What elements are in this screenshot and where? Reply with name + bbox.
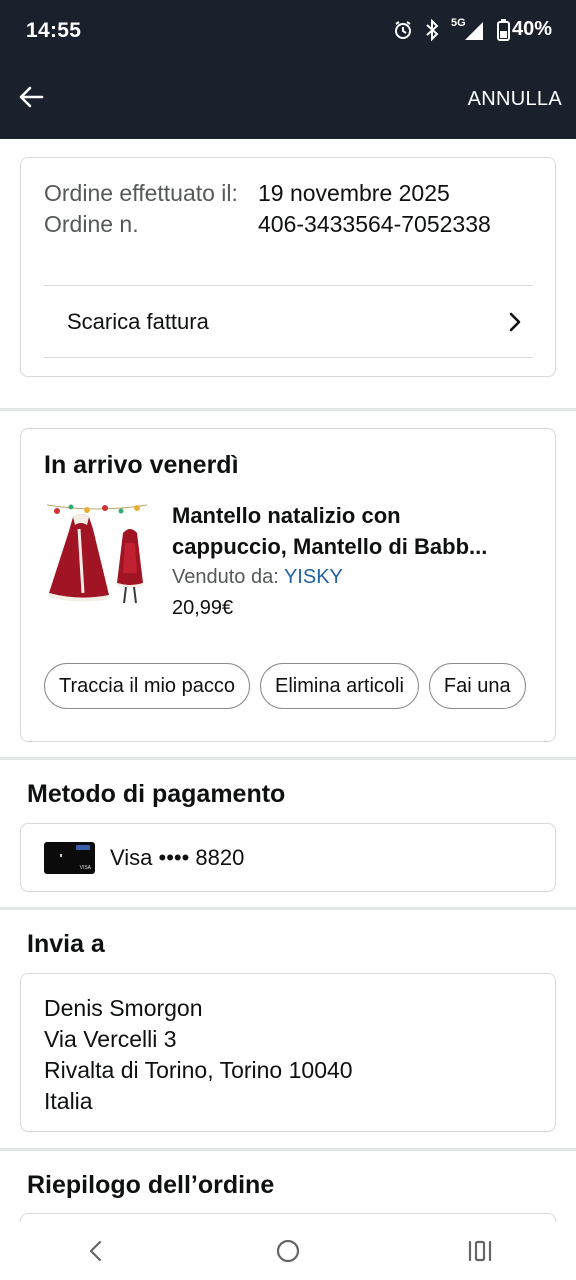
product-title-line1: Mantello natalizio con: [172, 503, 401, 528]
shipment-card: In arrivo venerdì Mantello natalizio con…: [20, 428, 556, 742]
nav-back-button[interactable]: [66, 1226, 126, 1276]
download-invoice-row[interactable]: Scarica fattura: [44, 285, 533, 358]
order-number-value: 406-3433564-7052338: [258, 211, 491, 237]
back-nav-icon: [89, 1240, 102, 1262]
delete-items-button[interactable]: Elimina articoli: [259, 663, 419, 709]
arrow-left-icon: [19, 86, 44, 108]
signal-icon: 5G: [451, 17, 485, 41]
track-package-button[interactable]: Traccia il mio pacco: [44, 663, 250, 709]
chevron-right-icon: [509, 312, 521, 331]
battery-level: 40%: [511, 18, 552, 40]
section-divider: [0, 907, 576, 910]
shipping-section-title: Invia a: [27, 930, 105, 958]
order-values: 19 novembre 2025 406-3433564-7052338: [258, 178, 491, 240]
back-button[interactable]: [14, 80, 48, 114]
visa-card-icon: VISA: [44, 841, 95, 874]
seller-link[interactable]: YISKY: [284, 566, 343, 588]
summary-section-title: Riepilogo dell’ordine: [27, 1171, 275, 1199]
address-street: Via Vercelli 3: [44, 1026, 177, 1052]
seller-info: Venduto da: YISKY: [172, 566, 343, 589]
product-title[interactable]: Mantello natalizio con cappuccio, Mantel…: [172, 500, 542, 562]
battery-icon: 40%: [496, 18, 552, 41]
section-divider: [0, 408, 576, 411]
payment-card-text: Visa •••• 8820: [110, 844, 245, 870]
shipping-address-card: Denis Smorgon Via Vercelli 3 Rivalta di …: [20, 973, 556, 1132]
address-city: Rivalta di Torino, Torino 10040: [44, 1057, 353, 1083]
payment-section-title: Metodo di pagamento: [27, 780, 286, 808]
order-info-card: Ordine effettuato il: Ordine n. 19 novem…: [20, 157, 556, 377]
cancel-button[interactable]: ANNULLA: [468, 88, 562, 111]
section-divider: [0, 1148, 576, 1151]
recents-nav-icon: [468, 1240, 492, 1262]
arrival-title: In arrivo venerdì: [44, 451, 239, 479]
section-divider: [0, 757, 576, 760]
system-nav-bar: [0, 1222, 576, 1280]
order-date-label: Ordine effettuato il:: [44, 180, 238, 206]
seller-label: Venduto da:: [172, 566, 284, 588]
alarm-icon: [393, 20, 413, 40]
product-title-line2: cappuccio, Mantello di Babb...: [172, 534, 488, 559]
top-bar: 14:55 5G 40% ANNULLA: [0, 0, 576, 139]
status-icons: 5G 40%: [393, 17, 552, 41]
status-time: 14:55: [26, 19, 82, 42]
nav-home-button[interactable]: [258, 1226, 318, 1276]
order-labels: Ordine effettuato il: Ordine n.: [44, 178, 244, 240]
download-invoice-label: Scarica fattura: [67, 308, 209, 334]
product-price: 20,99€: [172, 597, 234, 619]
address-country: Italia: [44, 1088, 93, 1114]
home-nav-icon: [276, 1239, 300, 1263]
action-buttons: Traccia il mio pacco Elimina articoli Fai …: [44, 663, 540, 711]
order-date-value: 19 novembre 2025: [258, 180, 450, 206]
payment-method-card: VISA Visa •••• 8820: [20, 823, 556, 892]
more-action-button[interactable]: Fai una: [428, 663, 526, 709]
nav-recents-button[interactable]: [450, 1226, 510, 1276]
product-image[interactable]: [43, 499, 151, 607]
bluetooth-icon: [425, 18, 439, 41]
order-number-label: Ordine n.: [44, 211, 139, 237]
address-name: Denis Smorgon: [44, 995, 203, 1021]
